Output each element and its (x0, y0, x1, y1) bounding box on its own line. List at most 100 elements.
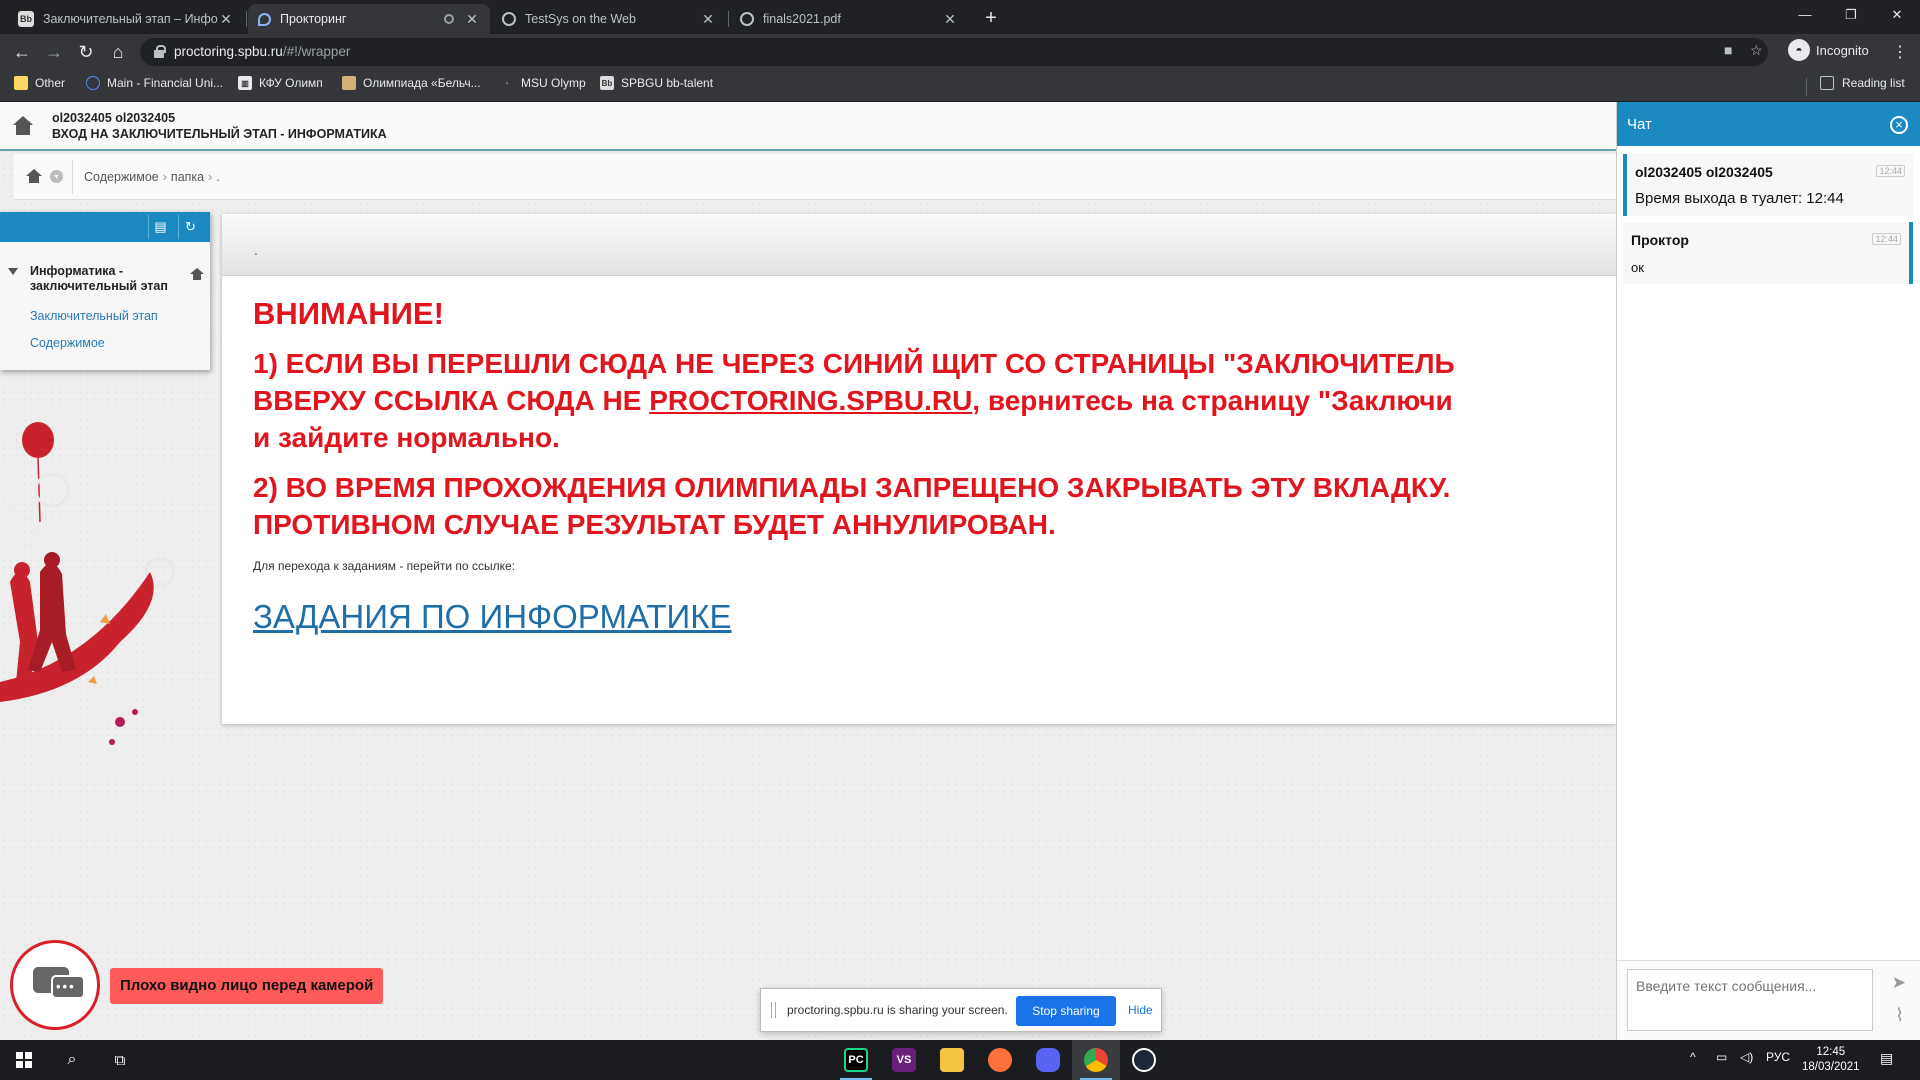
bookmark-financial-uni[interactable]: Main - Financial Uni... (86, 76, 223, 90)
minimize-button[interactable]: — (1782, 0, 1828, 30)
network-icon[interactable]: ▭ (1716, 1050, 1727, 1064)
content-panel: . ВНИМАНИЕ! 1) ЕСЛИ ВЫ ПЕРЕШЛИ СЮДА НЕ Ч… (222, 214, 1616, 724)
camera-in-use-icon[interactable]: ■ (1724, 42, 1732, 58)
lock-icon[interactable] (154, 45, 166, 58)
bookmark-msu[interactable]: • MSU Olymp (500, 76, 586, 90)
language-indicator[interactable]: РУС (1766, 1050, 1790, 1064)
camera-chat-button[interactable]: ••• (10, 940, 100, 1030)
chat-message: ol2032405 ol2032405 12:44 Время выхода в… (1623, 154, 1913, 216)
close-tab-icon[interactable]: ✕ (700, 11, 716, 28)
pycharm-icon[interactable]: PC (832, 1040, 880, 1080)
chevron-down-icon[interactable]: ▾ (50, 170, 63, 183)
chat-title: Чат (1627, 116, 1652, 133)
chrome-icon[interactable] (1072, 1040, 1120, 1080)
warning-rule-1-line-3: и зайдите нормально. (253, 422, 560, 453)
incognito-badge[interactable]: ◓ Incognito (1788, 39, 1869, 61)
folder-icon (14, 76, 28, 90)
home-icon[interactable] (26, 169, 42, 183)
notification-icon[interactable]: ▤ (1880, 1050, 1893, 1067)
bookmark-label: MSU Olymp (521, 76, 586, 90)
windows-start-icon[interactable] (0, 1040, 48, 1080)
site-icon: • (505, 78, 509, 88)
proctoring-url-link[interactable]: PROCTORING.SPBU.RU (649, 385, 972, 416)
tree-expand-icon[interactable] (8, 268, 18, 275)
globe-icon (502, 12, 516, 26)
url-text: proctoring.spbu.ru/#!/wrapper (174, 44, 351, 59)
chevron-up-icon[interactable]: ^ (1690, 1050, 1696, 1064)
close-tab-icon[interactable]: ✕ (942, 11, 958, 28)
tab-testsys[interactable]: TestSys on the Web ✕ (492, 4, 726, 34)
tab-title: TestSys on the Web (525, 12, 636, 26)
chat-message-input[interactable] (1627, 969, 1873, 1031)
warning-rule-1-line-2: ВВЕРХУ ССЫЛКА СЮДА НЕ PROCTORING.SPBU.RU… (253, 385, 1453, 416)
tab-title: finals2021.pdf (763, 12, 841, 26)
bookmark-star-icon[interactable]: ☆ (1750, 42, 1763, 59)
close-icon[interactable]: × (1890, 116, 1908, 134)
tasks-link[interactable]: ЗАДАНИЯ ПО ИНФОРМАТИКЕ (253, 598, 731, 636)
file-explorer-icon[interactable] (928, 1040, 976, 1080)
back-button[interactable]: ← (8, 38, 36, 66)
blackboard-icon: Bb (18, 11, 34, 27)
sidebar-item-final-stage[interactable]: Заключительный этап (30, 309, 158, 323)
forward-button[interactable]: → (40, 38, 68, 66)
home-icon[interactable] (190, 268, 204, 280)
steam-icon[interactable] (1120, 1040, 1168, 1080)
message-text: ок (1631, 260, 1644, 275)
breadcrumb: ▾ Содержимое › папка ›. (14, 154, 1616, 200)
close-window-button[interactable]: ✕ (1874, 0, 1920, 30)
firefox-icon[interactable] (976, 1040, 1024, 1080)
home-icon[interactable] (12, 116, 34, 136)
task-view-icon[interactable]: ⧉ (96, 1040, 144, 1080)
bookmark-label: SPBGU bb-talent (621, 76, 714, 90)
folder-icon[interactable]: ▤ (148, 215, 172, 239)
send-icon[interactable]: ➤ (1892, 973, 1906, 993)
bookmark-kfu[interactable]: ▥ КФУ Олимп (238, 76, 323, 90)
tab-proctoring[interactable]: Прокторинг ✕ (248, 4, 490, 34)
refresh-icon[interactable]: ↻ (178, 215, 202, 239)
reload-button[interactable]: ↻ (72, 38, 100, 66)
incognito-label: Incognito (1816, 42, 1869, 58)
clock-date: 18/03/2021 (1802, 1061, 1860, 1073)
hide-button[interactable]: Hide (1128, 1003, 1153, 1017)
stop-sharing-button[interactable]: Stop sharing (1016, 996, 1116, 1026)
blackboard-icon: Bb (600, 76, 614, 90)
warning-rule-2-line-2: ПРОТИВНОМ СЛУЧАЕ РЕЗУЛЬТАТ БУДЕТ АННУЛИР… (253, 509, 1056, 540)
search-icon[interactable]: ⌕ (48, 1040, 96, 1080)
discord-icon[interactable] (1024, 1040, 1072, 1080)
breadcrumb-item[interactable]: папка (171, 170, 204, 184)
paperclip-icon[interactable]: ⌇ (1895, 1005, 1904, 1026)
browser-menu-icon[interactable]: ⋮ (1892, 42, 1908, 62)
content-header-title: . (254, 242, 258, 258)
recording-icon (444, 14, 454, 24)
close-tab-icon[interactable]: ✕ (464, 11, 480, 28)
message-author: Проктор (1631, 232, 1689, 248)
bookmark-label: Main - Financial Uni... (107, 76, 224, 90)
chat-input-area: ➤ ⌇ (1617, 960, 1920, 1040)
bookmark-olympiad[interactable]: Олимпиада «Бельч... (342, 76, 481, 90)
browser-tab-bar: Bb Заключительный этап – Инфор ✕ Проктор… (0, 0, 1920, 34)
reading-list-button[interactable]: Reading list (1820, 76, 1905, 90)
chat-message: Проктор 12:44 ок (1623, 222, 1913, 284)
tab-final-stage[interactable]: Bb Заключительный этап – Инфор ✕ (8, 4, 244, 34)
browser-toolbar: ← → ↻ ⌂ proctoring.spbu.ru/#!/wrapper ■ … (0, 34, 1920, 70)
tab-finals-pdf[interactable]: finals2021.pdf ✕ (730, 4, 968, 34)
volume-icon[interactable]: ◁) (1740, 1050, 1753, 1064)
breadcrumb-item[interactable]: Содержимое (84, 170, 159, 184)
home-button[interactable]: ⌂ (104, 38, 132, 66)
address-bar[interactable]: proctoring.spbu.ru/#!/wrapper ■ ☆ (140, 38, 1768, 66)
sidebar-toolbar: ▤ ↻ (0, 212, 210, 242)
system-clock[interactable]: 12:45 18/03/2021 (1802, 1045, 1860, 1075)
new-tab-button[interactable]: + (978, 6, 1004, 30)
sidebar-item-content[interactable]: Содержимое (30, 336, 105, 350)
drag-handle-icon[interactable] (771, 1002, 776, 1018)
reading-list-label: Reading list (1842, 76, 1905, 90)
user-name: ol2032405 ol2032405 (52, 111, 176, 125)
visual-studio-icon[interactable]: VS (880, 1040, 928, 1080)
bookmark-other[interactable]: Other (14, 76, 65, 90)
warning-rule-1-line-1: 1) ЕСЛИ ВЫ ПЕРЕШЛИ СЮДА НЕ ЧЕРЕЗ СИНИЙ Щ… (253, 348, 1455, 379)
sidebar-root-course[interactable]: Информатика - заключительный этап (30, 264, 180, 294)
restore-button[interactable]: ❐ (1828, 0, 1874, 30)
breadcrumb-item: . (216, 170, 220, 184)
close-tab-icon[interactable]: ✕ (218, 11, 234, 28)
bookmark-spbgu[interactable]: Bb SPBGU bb-talent (600, 76, 713, 90)
